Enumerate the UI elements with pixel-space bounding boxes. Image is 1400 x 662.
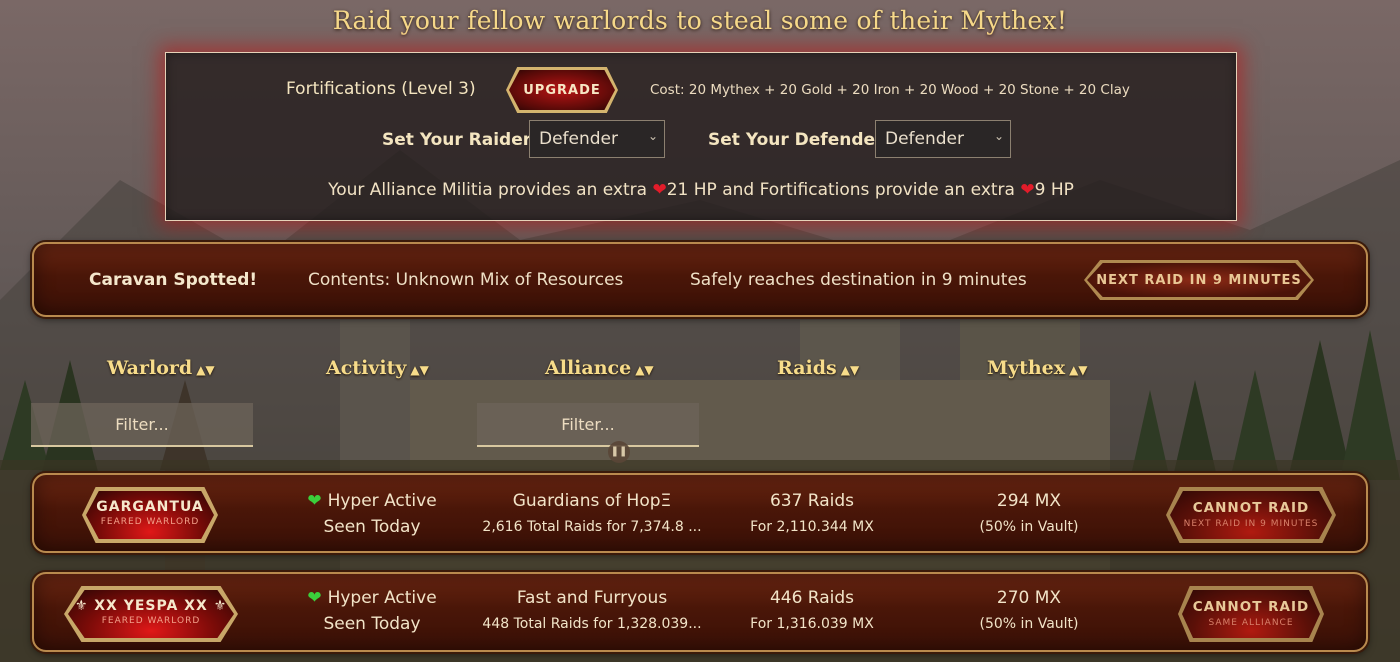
upgrade-button[interactable]: UPGRADE: [509, 70, 615, 110]
raiders-select-value: Defender: [539, 129, 619, 149]
alliance-stats: 2,616 Total Raids for 7,374.8 ...: [482, 519, 702, 535]
heart-icon: ❤: [652, 180, 667, 200]
raid-button-reason: SAME ALLIANCE: [1208, 618, 1294, 628]
alliance-cell: Fast and Furryous 448 Total Raids for 1,…: [474, 588, 710, 632]
sort-icon: ▲▼: [1069, 363, 1088, 377]
caravan-eta: Safely reaches destination in 9 minutes: [690, 270, 1027, 290]
column-header-label: Activity: [326, 357, 407, 379]
cannot-raid-button[interactable]: CANNOT RAID NEXT RAID IN 9 MINUTES: [1170, 491, 1332, 539]
activity-cell: ❤ Hyper Active Seen Today: [292, 491, 452, 537]
raids-cell: 446 Raids For 1,316.039 MX: [734, 588, 890, 632]
green-heart-icon: ❤: [307, 491, 322, 511]
vault-percent: (50% in Vault): [979, 616, 1079, 632]
activity-status: Hyper Active: [327, 588, 437, 608]
cannot-raid-button[interactable]: CANNOT RAID SAME ALLIANCE: [1182, 590, 1320, 638]
alliance-name: Fast and Furryous: [516, 588, 668, 608]
sort-icon: ▲▼: [840, 363, 860, 377]
defenders-select-value: Defender: [885, 129, 965, 149]
warlord-rank: FEARED WARLORD: [100, 517, 200, 527]
warlord-name: GARGANTUA: [96, 499, 204, 515]
warlord-name-button[interactable]: GARGANTUA FEARED WARLORD: [86, 491, 214, 539]
militia-info: Your Alliance Militia provides an extra …: [166, 180, 1236, 200]
raid-count: 446 Raids: [769, 588, 855, 608]
raids-for: For 2,110.344 MX: [750, 519, 874, 535]
next-raid-button[interactable]: NEXT RAID IN 9 MINUTES: [1087, 263, 1311, 297]
column-header-label: Mythex: [987, 357, 1066, 379]
column-header-raids[interactable]: Raids ▲▼: [777, 357, 859, 379]
warlord-name: ⚜ XX YESPA XX ⚜: [74, 598, 228, 614]
militia-text-2: and Fortifications provide an extra: [722, 180, 1015, 200]
alliance-filter-input[interactable]: Filter...: [477, 403, 699, 447]
last-seen: Seen Today: [323, 614, 421, 634]
last-seen: Seen Today: [323, 517, 421, 537]
green-heart-icon: ❤: [307, 588, 322, 608]
raids-cell: 637 Raids For 2,110.344 MX: [734, 491, 890, 535]
fortification-hp: 9 HP: [1034, 180, 1074, 200]
raiders-label: Set Your Raiders:: [382, 130, 549, 150]
caravan-bar: Caravan Spotted! Contents: Unknown Mix o…: [32, 242, 1368, 317]
heart-icon: ❤: [1020, 180, 1035, 200]
chevron-down-icon: ⌄: [993, 129, 1004, 143]
table-row: ⚜ XX YESPA XX ⚜ FEARED WARLORD ❤ Hyper Ac…: [32, 572, 1368, 652]
activity-status: Hyper Active: [327, 491, 437, 511]
militia-text-1: Your Alliance Militia provides an extra: [328, 180, 648, 200]
caravan-status: Caravan Spotted!: [89, 270, 258, 290]
defenders-label: Set Your Defenders:: [708, 130, 901, 150]
chevron-down-icon: ⌄: [647, 129, 658, 143]
table-row: GARGANTUA FEARED WARLORD ❤ Hyper Active S…: [32, 473, 1368, 553]
upgrade-cost: Cost: 20 Mythex + 20 Gold + 20 Iron + 20…: [650, 82, 1130, 98]
militia-hp: 21 HP: [666, 180, 717, 200]
warlord-filter-input[interactable]: Filter...: [31, 403, 253, 447]
alliance-cell: Guardians of HopΞ 2,616 Total Raids for …: [474, 491, 710, 535]
mythex-amount: 270 MX: [996, 588, 1062, 608]
column-header-warlord[interactable]: Warlord ▲▼: [107, 357, 215, 379]
column-header-label: Alliance: [545, 357, 632, 379]
raid-button-label: CANNOT RAID: [1192, 599, 1310, 615]
raiders-select[interactable]: Defender ⌄: [529, 120, 665, 158]
column-header-label: Raids: [777, 357, 837, 379]
alliance-stats: 448 Total Raids for 1,328.039...: [482, 616, 702, 632]
pause-icon: ❚❚: [608, 441, 630, 463]
sort-icon: ▲▼: [196, 363, 215, 377]
alliance-name: Guardians of HopΞ: [512, 491, 672, 511]
raid-button-reason: NEXT RAID IN 9 MINUTES: [1183, 519, 1319, 529]
caravan-contents: Contents: Unknown Mix of Resources: [308, 270, 624, 290]
raid-count: 637 Raids: [769, 491, 855, 511]
sort-icon: ▲▼: [635, 363, 654, 377]
warlord-rank: FEARED WARLORD: [101, 616, 201, 626]
fortifications-panel: Fortifications (Level 3) UPGRADE Cost: 2…: [165, 52, 1237, 221]
page-title: Raid your fellow warlords to steal some …: [332, 6, 1068, 35]
sort-icon: ▲▼: [410, 363, 429, 377]
column-header-mythex[interactable]: Mythex ▲▼: [987, 357, 1088, 379]
activity-cell: ❤ Hyper Active Seen Today: [292, 588, 452, 634]
column-header-label: Warlord: [107, 357, 193, 379]
mythex-cell: 294 MX (50% in Vault): [954, 491, 1104, 535]
raids-for: For 1,316.039 MX: [750, 616, 874, 632]
mythex-cell: 270 MX (50% in Vault): [954, 588, 1104, 632]
raid-button-label: CANNOT RAID: [1192, 500, 1310, 516]
mythex-amount: 294 MX: [996, 491, 1062, 511]
vault-percent: (50% in Vault): [979, 519, 1079, 535]
column-header-alliance[interactable]: Alliance ▲▼: [545, 357, 654, 379]
column-header-activity[interactable]: Activity ▲▼: [326, 357, 429, 379]
defenders-select[interactable]: Defender ⌄: [875, 120, 1011, 158]
fortifications-label: Fortifications (Level 3): [286, 79, 476, 99]
warlord-name-button[interactable]: ⚜ XX YESPA XX ⚜ FEARED WARLORD: [68, 590, 234, 638]
